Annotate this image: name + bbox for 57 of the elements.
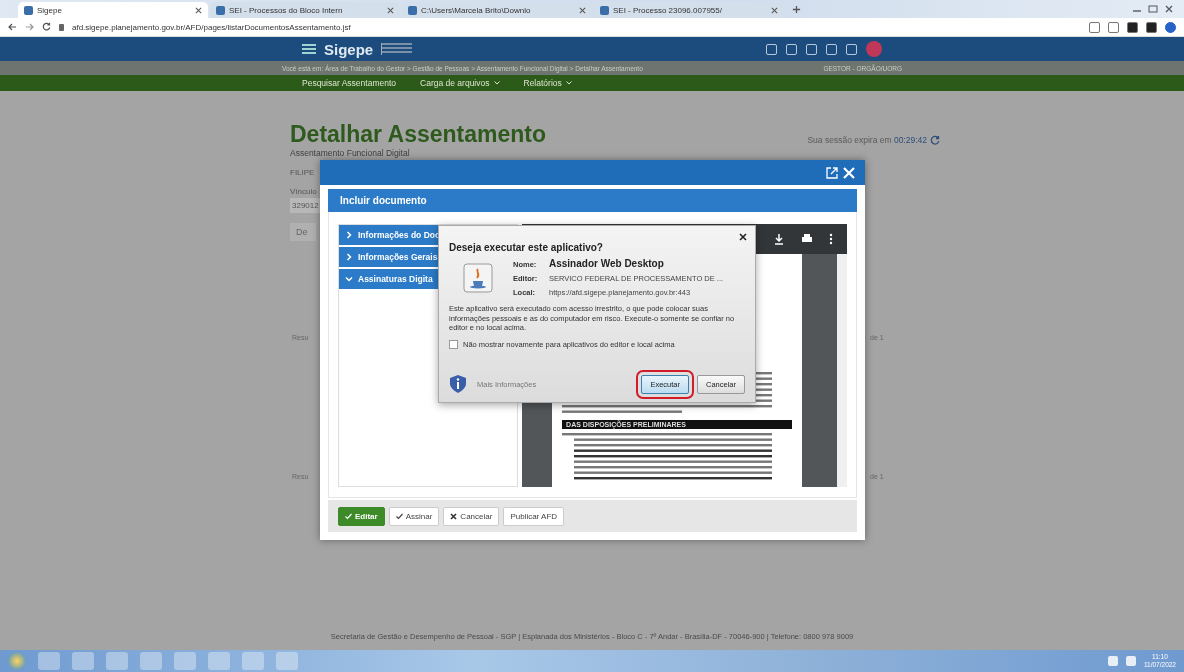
checkbox[interactable] [449, 339, 458, 349]
close-icon [450, 512, 458, 520]
profile-icon[interactable] [1165, 21, 1176, 33]
close-icon[interactable] [195, 6, 202, 14]
forward-icon[interactable] [25, 21, 34, 33]
print-icon[interactable] [801, 233, 813, 245]
chevron-icon [345, 231, 353, 239]
close-icon[interactable] [739, 233, 747, 241]
field-label: Vínculo [290, 187, 318, 196]
action-button[interactable]: Editar [338, 506, 385, 526]
refresh-icon[interactable] [930, 135, 940, 145]
close-icon[interactable] [1164, 5, 1174, 13]
back-icon[interactable] [8, 21, 17, 33]
lock-icon [59, 23, 64, 31]
new-tab-icon[interactable] [792, 5, 801, 14]
vinculo-field[interactable]: 329012 [290, 198, 322, 213]
panel-title: Incluir documento [328, 189, 857, 212]
browser-tab[interactable]: Sigepe [18, 2, 208, 18]
caret-icon[interactable] [565, 81, 572, 85]
info-shield-icon [449, 374, 467, 394]
page-icon [216, 5, 225, 15]
menu-icon[interactable] [302, 44, 316, 54]
caret-icon[interactable] [493, 81, 500, 85]
page-icon [600, 5, 609, 15]
sigepe-logo: Sigepe [324, 40, 374, 58]
start-button[interactable] [8, 652, 26, 670]
more-icon[interactable] [829, 233, 833, 245]
employee-name: FILIPE [290, 168, 316, 177]
external-link-icon[interactable] [826, 166, 838, 179]
header-icon[interactable] [826, 43, 837, 55]
nav-menu-item[interactable]: Relatórios [523, 78, 562, 88]
action-button[interactable]: Cancelar [443, 506, 500, 526]
scrollbar[interactable] [837, 254, 847, 487]
chevron-icon [345, 253, 353, 261]
session-label: Sua sessão expira em 00:29:42 [807, 135, 927, 145]
header-icon[interactable] [786, 43, 797, 55]
java-cup-icon [463, 262, 493, 293]
check-icon [345, 512, 352, 520]
header-icon[interactable] [846, 43, 857, 55]
header-icon[interactable] [806, 43, 817, 55]
nav-menu-item[interactable]: Carga de arquivos [420, 78, 490, 88]
check-icon [395, 512, 403, 520]
page-title: Detalhar Assentamento [290, 121, 547, 148]
page-subtitle: Assentamento Funcional Digital [290, 148, 411, 158]
field-value: Assinador Web Desktop [549, 258, 664, 269]
action-button[interactable]: Publicar AFD [503, 506, 565, 526]
browser-tab[interactable]: SEI - Processos do Bloco Intern [210, 2, 400, 18]
page-icon [24, 5, 33, 15]
page-icon [408, 5, 417, 15]
header-icon[interactable] [766, 43, 777, 55]
download-icon[interactable] [773, 233, 785, 245]
address-field[interactable]: afd.sigepe.planejamento.gov.br/AFD/pages/listarDocumentosAssentamento.jsf [72, 22, 351, 32]
reload-icon[interactable] [42, 21, 51, 33]
maximize-icon[interactable] [1148, 5, 1158, 13]
nav-menu-item[interactable]: Pesquisar Assentamento [302, 78, 397, 88]
action-button[interactable]: Assinar [388, 506, 440, 526]
chevron-icon [345, 275, 353, 283]
